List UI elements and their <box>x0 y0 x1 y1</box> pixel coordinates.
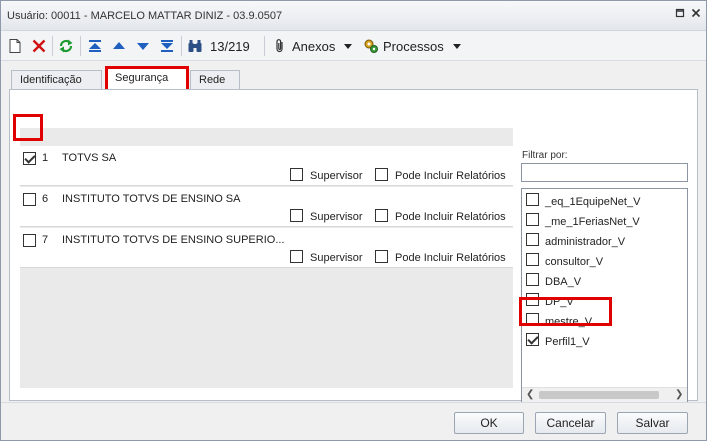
reports-checkbox[interactable] <box>375 250 388 263</box>
profile-highlight <box>519 297 612 326</box>
profile-label: _me_1FeriasNet_V <box>545 216 640 228</box>
filter-label: Filtrar por: <box>522 150 568 161</box>
toolbar-separator <box>80 36 81 56</box>
reports-label: Pode Incluir Relatórios <box>395 170 506 182</box>
scrollbar-thumb[interactable] <box>539 391 659 399</box>
paperclip-icon <box>276 39 283 53</box>
last-record-icon[interactable] <box>159 37 175 55</box>
toolbar: 13/219 Anexos Processos <box>1 31 706 61</box>
record-position: 13/219 <box>210 38 250 54</box>
company-code: 6 <box>42 193 49 205</box>
company-code: 7 <box>42 234 49 246</box>
close-icon[interactable] <box>689 8 703 22</box>
company-name: INSTITUTO TOTVS DE ENSINO SUPERIO... <box>62 234 285 246</box>
save-button[interactable]: Salvar <box>617 412 688 434</box>
new-icon[interactable] <box>7 37 23 55</box>
dialog-footer: OK Cancelar Salvar <box>1 402 706 440</box>
gears-icon <box>364 39 378 53</box>
restore-icon[interactable] <box>673 8 687 22</box>
toolbar-separator <box>52 36 53 56</box>
supervisor-checkbox[interactable] <box>290 209 303 222</box>
profile-checkbox[interactable] <box>526 193 539 206</box>
profile-label: consultor_V <box>545 256 604 268</box>
reports-checkbox[interactable] <box>375 209 388 222</box>
dropdown-arrow-icon <box>344 44 353 49</box>
ok-button[interactable]: OK <box>454 412 524 434</box>
profile-label: administrador_V <box>545 236 626 248</box>
company-row: 6 INSTITUTO TOTVS DE ENSINO SA Superviso… <box>20 187 513 227</box>
anexos-menu-button[interactable]: Anexos <box>272 37 353 55</box>
company-code: 1 <box>42 152 49 164</box>
profile-checkbox[interactable] <box>526 333 539 346</box>
company-checkbox-highlight <box>13 114 43 141</box>
window-title: Usuário: 00011 - MARCELO MATTAR DINIZ - … <box>7 10 283 22</box>
processos-label: Processos <box>383 38 444 54</box>
company-row: 7 INSTITUTO TOTVS DE ENSINO SUPERIO... S… <box>20 228 513 268</box>
supervisor-checkbox[interactable] <box>290 250 303 263</box>
company-name: INSTITUTO TOTVS DE ENSINO SA <box>62 193 241 205</box>
profile-checkbox[interactable] <box>526 253 539 266</box>
filter-input[interactable] <box>521 163 688 182</box>
tab-identificacao[interactable]: Identificação <box>11 70 102 90</box>
supervisor-label: Supervisor <box>310 211 363 223</box>
cancel-button[interactable]: Cancelar <box>535 412 606 434</box>
supervisor-label: Supervisor <box>310 170 363 182</box>
tab-rede[interactable]: Rede <box>190 70 240 90</box>
company-checkbox[interactable] <box>23 234 36 247</box>
supervisor-checkbox[interactable] <box>290 168 303 181</box>
reports-label: Pode Incluir Relatórios <box>395 211 506 223</box>
company-checkbox[interactable] <box>23 152 36 165</box>
anexos-label: Anexos <box>292 38 336 54</box>
delete-icon[interactable] <box>31 37 47 55</box>
dropdown-arrow-icon <box>452 44 461 49</box>
company-name: TOTVS SA <box>62 152 117 164</box>
scroll-right-icon[interactable]: ❯ <box>675 389 683 400</box>
security-panel: 1 TOTVS SA Supervisor Pode Incluir Relat… <box>9 89 698 403</box>
profile-list: _eq_1EquipeNet_V _me_1FeriasNet_V admini… <box>521 188 688 403</box>
profile-label: Perfil1_V <box>545 336 590 348</box>
toolbar-separator <box>264 36 265 56</box>
refresh-icon[interactable] <box>58 37 74 55</box>
toolbar-separator <box>181 36 182 56</box>
title-bar: Usuário: 00011 - MARCELO MATTAR DINIZ - … <box>1 1 706 31</box>
profile-checkbox[interactable] <box>526 213 539 226</box>
profile-label: _eq_1EquipeNet_V <box>545 196 641 208</box>
content-area: Identificação Segurança Rede 1 TOTVS SA … <box>1 62 706 403</box>
profile-checkbox[interactable] <box>526 273 539 286</box>
company-checkbox[interactable] <box>23 193 36 206</box>
previous-record-icon[interactable] <box>111 37 127 55</box>
scroll-left-icon[interactable]: ❮ <box>526 389 534 400</box>
next-record-icon[interactable] <box>135 37 151 55</box>
first-record-icon[interactable] <box>87 37 103 55</box>
profile-label: DBA_V <box>545 276 582 288</box>
companies-list: 1 TOTVS SA Supervisor Pode Incluir Relat… <box>20 128 513 388</box>
processos-menu-button[interactable]: Processos <box>363 37 462 55</box>
profile-checkbox[interactable] <box>526 233 539 246</box>
reports-checkbox[interactable] <box>375 168 388 181</box>
tab-label: Rede <box>199 74 226 86</box>
company-row: 1 TOTVS SA Supervisor Pode Incluir Relat… <box>20 146 513 186</box>
user-dialog: Usuário: 00011 - MARCELO MATTAR DINIZ - … <box>0 0 707 441</box>
tab-label: Identificação <box>20 74 82 86</box>
supervisor-label: Supervisor <box>310 252 363 264</box>
reports-label: Pode Incluir Relatórios <box>395 252 506 264</box>
binoculars-icon[interactable] <box>187 37 203 55</box>
horizontal-scrollbar[interactable]: ❮ ❯ <box>522 387 687 402</box>
